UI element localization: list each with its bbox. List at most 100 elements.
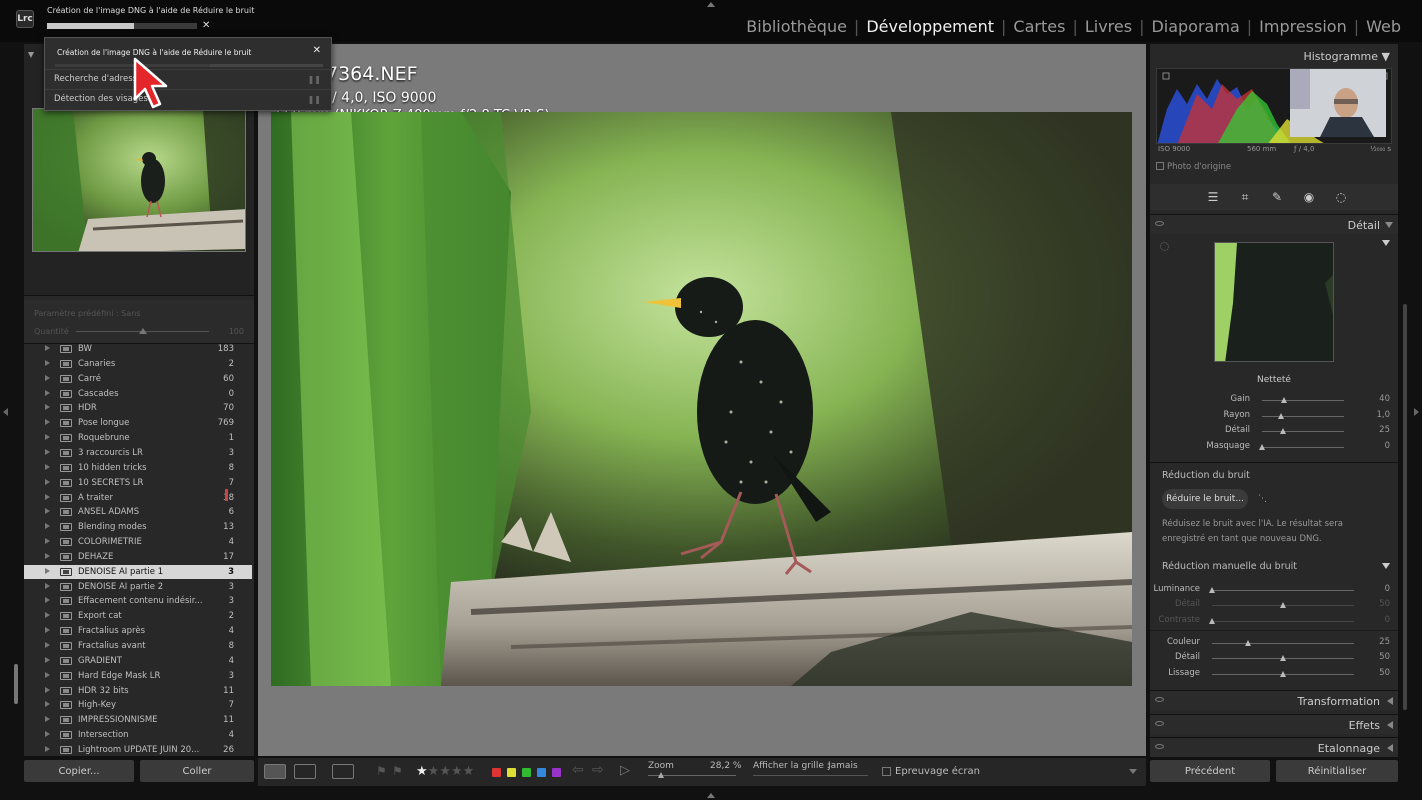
collection-item[interactable]: 10 hidden tricks 8 xyxy=(24,461,252,475)
collection-item[interactable]: DENOISE AI partie 1 3 xyxy=(24,564,252,579)
expand-icon[interactable] xyxy=(45,463,50,470)
expand-icon[interactable] xyxy=(45,359,50,366)
expand-icon[interactable] xyxy=(45,478,50,485)
main-photo[interactable] xyxy=(271,112,1132,686)
rating-star[interactable]: ★ xyxy=(451,764,463,779)
slider-knob[interactable] xyxy=(1244,640,1251,646)
expand-icon[interactable] xyxy=(45,656,50,663)
collection-item[interactable]: Hard Edge Mask LR 3 xyxy=(24,669,252,683)
show-top-panel-icon[interactable] xyxy=(707,2,715,7)
section-expand-icon[interactable] xyxy=(1387,720,1393,729)
expand-icon[interactable] xyxy=(45,389,50,396)
collection-item[interactable]: DEHAZE 17 xyxy=(24,550,252,564)
flag-icon[interactable]: ⚑ xyxy=(376,764,387,778)
manual-nr-collapse-icon[interactable] xyxy=(1382,563,1390,569)
denoise-info-icon[interactable]: ⋱ xyxy=(1258,494,1267,504)
toggle-right-panel-icon[interactable] xyxy=(1414,408,1419,416)
section-visibility-icon[interactable] xyxy=(1155,744,1164,749)
prev-photo-icon[interactable]: ⇦ xyxy=(572,762,584,778)
expand-icon[interactable] xyxy=(45,686,50,693)
detail-visibility-icon[interactable] xyxy=(1155,221,1164,226)
module-3[interactable]: Livres xyxy=(1078,17,1139,36)
slider-value[interactable]: 25 xyxy=(1379,425,1390,435)
rating-star[interactable]: ★ xyxy=(428,764,440,779)
expand-icon[interactable] xyxy=(45,567,50,574)
grid-select[interactable]: Jamais xyxy=(828,761,858,771)
slider-value[interactable]: 40 xyxy=(1379,394,1390,404)
detail-preview[interactable] xyxy=(1214,242,1334,362)
detail-target-icon[interactable] xyxy=(1160,242,1169,251)
slider-track[interactable] xyxy=(1212,643,1354,644)
expand-icon[interactable] xyxy=(45,404,50,411)
slider-track[interactable] xyxy=(1262,415,1344,417)
crop-icon[interactable]: ⌗ xyxy=(1237,189,1253,205)
color-label-swatch[interactable] xyxy=(507,768,516,777)
slider-track[interactable] xyxy=(1262,400,1344,401)
loupe-view-button[interactable] xyxy=(264,764,286,779)
section-expand-icon[interactable] xyxy=(1387,744,1393,752)
rating-star[interactable]: ★ xyxy=(463,764,475,779)
slider-track[interactable] xyxy=(1212,590,1354,591)
expand-icon[interactable] xyxy=(45,552,50,559)
color-label-swatch[interactable] xyxy=(537,768,546,777)
section-expand-icon[interactable] xyxy=(1387,697,1393,705)
next-photo-icon[interactable]: ⇨ xyxy=(592,762,604,778)
histogram-title[interactable]: Histogramme ▼ xyxy=(1303,50,1390,63)
healing-brush-icon[interactable]: ✎ xyxy=(1269,189,1285,205)
section-visibility-icon[interactable] xyxy=(1155,697,1164,702)
expand-icon[interactable] xyxy=(45,671,50,678)
collection-item[interactable]: Cascades 0 xyxy=(24,387,252,401)
before-after-button[interactable] xyxy=(294,764,316,779)
expand-icon[interactable] xyxy=(45,612,50,619)
expand-icon[interactable] xyxy=(45,448,50,455)
task-cancel-icon[interactable]: ✕ xyxy=(202,20,210,31)
expand-icon[interactable] xyxy=(45,642,50,648)
color-label-swatch[interactable] xyxy=(552,768,561,777)
reject-flag-icon[interactable]: ⚑ xyxy=(392,764,403,778)
collection-item[interactable]: DENOISE AI partie 2 3 xyxy=(24,580,252,594)
slider-value[interactable]: 0 xyxy=(1385,584,1390,594)
collection-item[interactable]: GRADIENT 4 xyxy=(24,654,252,668)
expand-icon[interactable] xyxy=(45,508,50,515)
show-filmstrip-icon[interactable] xyxy=(707,793,715,798)
section-header[interactable]: Effets xyxy=(1150,713,1398,734)
expand-icon[interactable] xyxy=(45,745,50,752)
slider-knob[interactable] xyxy=(1209,618,1215,624)
expand-icon[interactable] xyxy=(45,523,50,530)
color-label-swatch[interactable] xyxy=(492,768,501,777)
slider-knob[interactable] xyxy=(1280,602,1286,608)
section-header[interactable]: Etalonnage xyxy=(1150,737,1398,757)
color-label-swatch[interactable] xyxy=(522,768,531,777)
module-4[interactable]: Diaporama xyxy=(1144,17,1246,36)
collection-item[interactable]: Intersection 4 xyxy=(24,728,252,742)
soft-proofing-checkbox[interactable] xyxy=(882,767,891,776)
expand-icon[interactable] xyxy=(45,345,50,351)
collection-item[interactable]: IMPRESSIONNISME 11 xyxy=(24,713,252,727)
expand-icon[interactable] xyxy=(45,701,50,708)
collection-item[interactable]: Canaries 2 xyxy=(24,357,252,371)
paste-button[interactable]: Coller xyxy=(140,760,254,782)
grid-slider-track[interactable] xyxy=(753,775,868,776)
collection-item[interactable]: Pose longue 769 xyxy=(24,416,252,430)
rating-star[interactable]: ★ xyxy=(416,764,428,779)
collection-item[interactable]: ANSEL ADAMS 6 xyxy=(24,505,252,519)
slider-value[interactable]: 0 xyxy=(1385,615,1390,625)
collection-item[interactable]: Effacement contenu indésir... 3 xyxy=(24,594,252,608)
navigator-collapse-icon[interactable] xyxy=(28,52,34,58)
expand-icon[interactable] xyxy=(45,627,50,634)
edit-sliders-icon[interactable]: ☰ xyxy=(1205,189,1221,205)
slider-knob[interactable] xyxy=(1277,412,1284,419)
expand-icon[interactable] xyxy=(45,374,50,381)
module-2[interactable]: Cartes xyxy=(1006,17,1072,36)
masking-icon[interactable]: ◌ xyxy=(1333,189,1349,205)
collection-item[interactable]: Fractalius après 4 xyxy=(24,624,252,638)
module-5[interactable]: Impression xyxy=(1252,17,1354,36)
slideshow-play-icon[interactable]: ▷ xyxy=(620,763,630,778)
red-eye-icon[interactable]: ◉ xyxy=(1301,189,1317,205)
rating-star[interactable]: ★ xyxy=(439,764,451,779)
detail-preview-toggle-icon[interactable] xyxy=(1382,240,1390,246)
slider-knob[interactable] xyxy=(1209,587,1215,593)
collection-item[interactable]: Export cat 2 xyxy=(24,609,252,623)
collection-item[interactable]: Carré 60 xyxy=(24,372,252,386)
expand-icon[interactable] xyxy=(45,582,50,589)
